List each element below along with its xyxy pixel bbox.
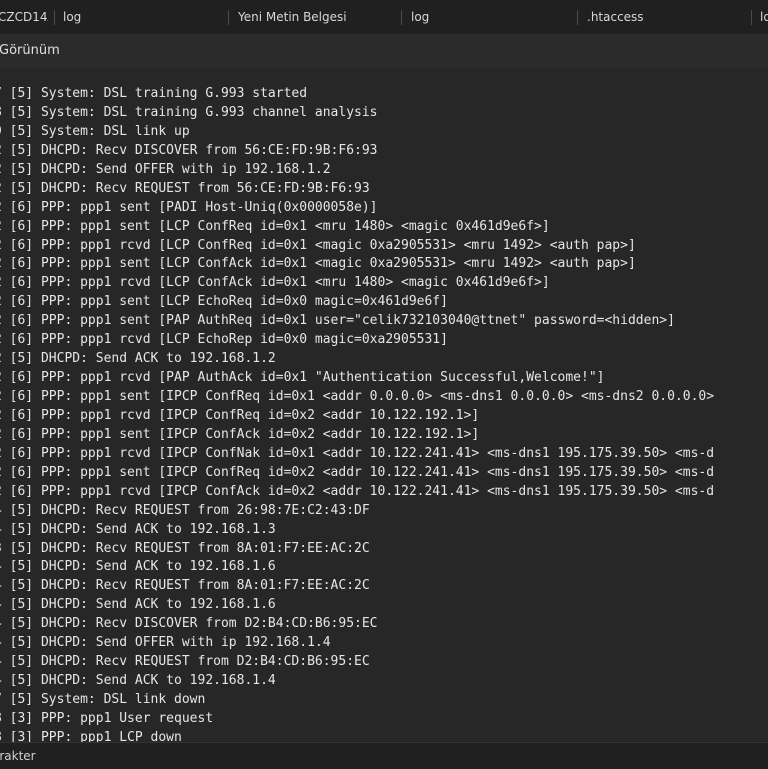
character-count: arakter [0,749,36,763]
log-line: 8 [3] PPP: ppp1 User request [0,710,214,726]
tab-htaccess[interactable]: .htaccess [587,0,687,34]
log-line: 2 [6] PPP: ppp1 rcvd [IPCP ConfReq id=0x… [0,407,480,423]
log-line: 9 [5] System: DSL link up [0,123,190,139]
log-line: 2 [6] PPP: ppp1 rcvd [LCP ConfAck id=0x1… [0,275,550,291]
log-line: 2 [6] PPP: ppp1 rcvd [IPCP ConfAck id=0x… [0,483,715,499]
log-line: 2 [5] DHCPD: Recv DISCOVER from 56:CE:FD… [0,142,378,158]
tab-yeni-metin-belgesi[interactable]: Yeni Metin Belgesi [238,0,388,34]
tab-divider [401,10,402,25]
tab-divider [751,10,752,25]
log-line: 7 [5] System: DSL training G.993 started [0,86,308,101]
log-line: 2 [5] DHCPD: Send OFFER with ip 192.168.… [0,161,331,177]
log-line: 2 [6] PPP: ppp1 sent [PAP AuthReq id=0x1… [0,313,675,329]
tab-bar: CZCD14A log Yeni Metin Belgesi log .htac… [0,0,768,34]
log-line: 4 [5] DHCPD: Recv REQUEST from D2:B4:CD:… [0,654,370,670]
log-line: 2 [6] PPP: ppp1 sent [IPCP ConfAck id=0x… [0,426,480,442]
tab-log-3[interactable]: lo [760,0,768,34]
log-line: 4 [5] DHCPD: Recv REQUEST from 26:98:7E:… [0,502,370,518]
log-line: 2 [6] PPP: ppp1 sent [LCP ConfAck id=0x1… [0,256,636,272]
log-line: 4 [5] DHCPD: Recv REQUEST from 8A:01:F7:… [0,578,370,594]
log-line: 4 [5] DHCPD: Recv DISCOVER from D2:B4:CD… [0,616,378,632]
log-line: 3 [5] DHCPD: Recv REQUEST from 8A:01:F7:… [0,540,370,556]
log-line: 7 [5] System: DSL link down [0,692,206,707]
log-line: 2 [6] PPP: ppp1 sent [IPCP ConfReq id=0x… [0,389,715,404]
log-line: 4 [5] DHCPD: Send ACK to 192.168.1.6 [0,559,276,575]
log-line: 2 [5] DHCPD: Send ACK to 192.168.1.2 [0,351,276,367]
editor-lines: 7 [5] System: DSL training G.993 started… [0,85,714,742]
status-bar: arakter [0,742,768,769]
log-line: 4 [5] DHCPD: Send ACK to 192.168.1.6 [0,597,276,613]
tab-divider [228,10,229,25]
menu-bar: Görünüm [0,34,768,68]
log-line: 8 [3] PPP: ppp1 LCP down [0,729,182,742]
log-line: 2 [6] PPP: ppp1 sent [PADI Host-Uniq(0x0… [0,199,378,215]
text-editor[interactable]: 7 [5] System: DSL training G.993 started… [0,68,768,742]
log-line: 2 [5] DHCPD: Recv REQUEST from 56:CE:FD:… [0,180,370,196]
menu-view[interactable]: Görünüm [0,34,60,68]
log-line: 4 [5] DHCPD: Send ACK to 192.168.1.3 [0,521,276,537]
log-line: 2 [6] PPP: ppp1 rcvd [IPCP ConfNak id=0x… [0,445,715,461]
log-line: 2 [6] PPP: ppp1 rcvd [PAP AuthAck id=0x1… [0,370,605,386]
log-line: 2 [6] PPP: ppp1 rcvd [LCP ConfReq id=0x1… [0,237,636,253]
log-line: 4 [5] DHCPD: Send ACK to 192.168.1.4 [0,673,276,689]
tab-divider [577,10,578,25]
tab-divider [54,10,55,25]
log-line: 2 [6] PPP: ppp1 sent [LCP ConfReq id=0x1… [0,218,550,234]
log-line: 4 [5] DHCPD: Send OFFER with ip 192.168.… [0,635,331,651]
log-line: 2 [6] PPP: ppp1 sent [LCP EchoReq id=0x0… [0,294,448,310]
log-line: 8 [5] System: DSL training G.993 channel… [0,104,378,120]
tab-log-2[interactable]: log [411,0,471,34]
log-line: 2 [6] PPP: ppp1 rcvd [LCP EchoRep id=0x0… [0,332,448,348]
tab-log[interactable]: log [63,0,123,34]
tab-czcd14a[interactable]: CZCD14A [0,0,48,34]
log-line: 2 [6] PPP: ppp1 sent [IPCP ConfReq id=0x… [0,464,715,480]
